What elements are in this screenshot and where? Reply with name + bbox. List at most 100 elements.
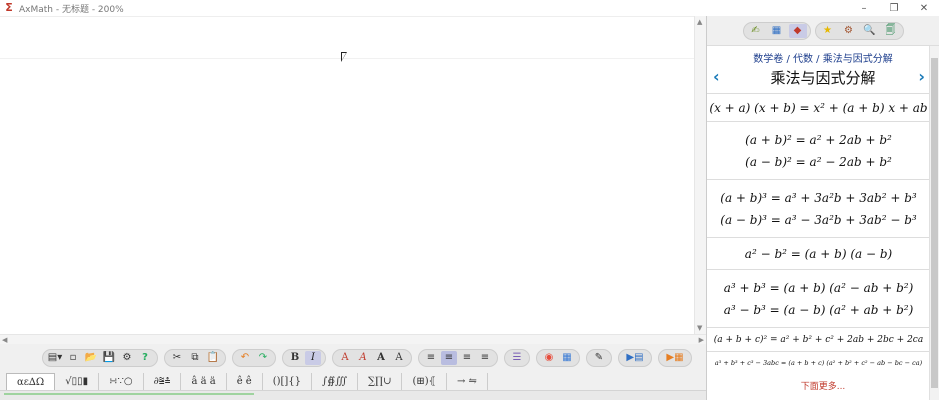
- grid-button[interactable]: ▦: [768, 24, 786, 38]
- line-spacing-button[interactable]: ☰: [509, 351, 525, 365]
- formula-item[interactable]: a³ + b³ = (a + b) (a² − ab + b²) a³ − b³…: [707, 269, 930, 327]
- tab-accents[interactable]: â ä ä: [181, 373, 227, 390]
- main-toolbar: ▤▾ ▫ 📂 💾 ⚙ ? ✂ ⧉ 📋 ↶ ↷ B I A A A A ≡ ≡ ≡…: [0, 344, 706, 372]
- font-style-group: B I: [282, 349, 326, 367]
- settings-button[interactable]: ⚙: [119, 351, 135, 365]
- previous-page-icon[interactable]: ‹: [713, 67, 720, 86]
- panel-scrollbar[interactable]: [929, 46, 939, 400]
- copy-button[interactable]: ⧉: [187, 351, 203, 365]
- tab-brackets[interactable]: ()[]{}: [263, 373, 313, 390]
- panel-tool-group-2: ★ ⚙ 🔍 🗐: [814, 21, 904, 40]
- restore-button[interactable]: ❐: [879, 0, 909, 16]
- tab-sums[interactable]: ∑∏∪: [358, 373, 403, 390]
- edit-group: ✎: [586, 349, 612, 367]
- edit-pen-button[interactable]: ✎: [591, 351, 607, 365]
- redo-button[interactable]: ↷: [255, 351, 271, 365]
- bold-button[interactable]: B: [287, 351, 303, 365]
- text-size-group: A A A A: [332, 349, 412, 367]
- tab-radicals[interactable]: √▯▯▮: [55, 373, 100, 390]
- formula-line: a³ − b³ = (a − b) (a² + ab + b²): [723, 302, 914, 317]
- formula-line: a² − b² = (a + b) (a − b): [744, 246, 893, 261]
- minimize-button[interactable]: –: [849, 0, 879, 16]
- formula-line: a³ + b³ = (a + b) (a² − ab + b²): [723, 280, 914, 295]
- close-button[interactable]: ✕: [909, 0, 939, 16]
- undo-group: ↶ ↷: [232, 349, 276, 367]
- panel-tool-group-1: ✍ ▦ ◆: [742, 21, 811, 40]
- tab-operators[interactable]: ∂⩰≗: [144, 373, 182, 390]
- tab-relations[interactable]: ∺∵○: [99, 373, 144, 390]
- align-center-button[interactable]: ≡: [441, 351, 457, 365]
- help-button[interactable]: ?: [137, 351, 153, 365]
- tab-integrals[interactable]: ∫∯∭: [312, 373, 358, 390]
- paste-button[interactable]: 📋: [205, 351, 221, 365]
- formula-library-button[interactable]: ◆: [788, 23, 807, 38]
- more-link[interactable]: 下面更多...: [707, 379, 939, 392]
- favorites-button[interactable]: ★: [819, 24, 837, 38]
- formula-item[interactable]: (a + b)² = a² + 2ab + b² (a − b)² = a² −…: [707, 121, 930, 179]
- tab-arrows[interactable]: → ⇋: [447, 373, 488, 390]
- mouse-pointer-icon: [341, 52, 347, 62]
- formula-line: (x + a) (x + b) = x² + (a + b) x + ab: [709, 100, 928, 115]
- color-group: ◉ ▦: [536, 349, 580, 367]
- scroll-up-icon[interactable]: ▲: [697, 18, 702, 26]
- symbol-palette-strip: [0, 390, 706, 400]
- export-button[interactable]: ▶▤: [623, 351, 647, 365]
- formula-line: a³ + b³ + c³ − 3abc = (a + b + c) (a² + …: [714, 358, 923, 367]
- new-menu-button[interactable]: ▤▾: [47, 351, 63, 365]
- new-file-button[interactable]: ▫: [65, 351, 81, 365]
- file-group: ▤▾ ▫ 📂 💾 ⚙ ?: [42, 349, 158, 367]
- axmath-logo-icon: Σ: [5, 1, 13, 14]
- tab-matrices[interactable]: (⊞)⦃: [402, 373, 447, 390]
- panel-title-row: ‹ 乘法与因式分解 ›: [707, 65, 939, 91]
- breadcrumb: 数学卷 / 代数 / 乘法与因式分解: [753, 54, 893, 65]
- formula-item[interactable]: a² − b² = (a + b) (a − b): [707, 237, 930, 269]
- cut-button[interactable]: ✂: [169, 351, 185, 365]
- window-title: AxMath - 无标题 - 200%: [19, 4, 124, 15]
- panel-toolbar: ✍ ▦ ◆ ★ ⚙ 🔍 🗐: [707, 16, 939, 46]
- formula-line: (a − b)³ = a³ − 3a²b + 3ab² − b³: [720, 212, 917, 227]
- text-size-button-1[interactable]: A: [337, 351, 353, 365]
- panel-scroll-thumb[interactable]: [931, 58, 938, 388]
- formula-line: (a + b)² = a² + 2ab + b²: [745, 132, 892, 147]
- search-button[interactable]: 🔍: [861, 24, 879, 38]
- clipboard-group: ✂ ⧉ 📋: [164, 349, 226, 367]
- save-button[interactable]: 💾: [101, 351, 117, 365]
- italic-button[interactable]: I: [305, 351, 321, 365]
- align-justify-button[interactable]: ≡: [477, 351, 493, 365]
- formula-item[interactable]: (x + a) (x + b) = x² + (a + b) x + ab: [707, 93, 930, 121]
- history-button[interactable]: ⚙: [840, 24, 858, 38]
- undo-button[interactable]: ↶: [237, 351, 253, 365]
- editor-canvas[interactable]: [0, 16, 694, 334]
- insert-group: ▶▦: [658, 349, 692, 367]
- panel-title: 乘法与因式分解: [770, 69, 876, 87]
- list-group: ☰: [504, 349, 530, 367]
- scroll-down-icon[interactable]: ▼: [697, 324, 702, 332]
- text-size-button-4[interactable]: A: [391, 351, 407, 365]
- next-page-icon[interactable]: ›: [918, 67, 925, 86]
- books-button[interactable]: 🗐: [882, 24, 900, 38]
- formula-item[interactable]: (a + b)³ = a³ + 3a²b + 3ab² + b³ (a − b)…: [707, 179, 930, 237]
- align-left-button[interactable]: ≡: [423, 351, 439, 365]
- formula-library-panel: ✍ ▦ ◆ ★ ⚙ 🔍 🗐 数学卷 / 代数 / 乘法与因式分解 ‹ 乘法与因式…: [706, 16, 939, 400]
- color-wheel-button[interactable]: ◉: [541, 351, 557, 365]
- formula-line: (a + b + c)² = a² + b² + c² + 2ab + 2bc …: [713, 334, 924, 345]
- formula-item[interactable]: a³ + b³ + c³ − 3abc = (a + b + c) (a² + …: [707, 351, 930, 373]
- formula-list: (x + a) (x + b) = x² + (a + b) x + ab (a…: [707, 93, 939, 373]
- align-right-button[interactable]: ≡: [459, 351, 475, 365]
- handwriting-button[interactable]: ✍: [747, 24, 765, 38]
- horizontal-scrollbar[interactable]: ◀ ▶: [0, 334, 706, 344]
- vertical-scrollbar[interactable]: ▲ ▼: [694, 16, 706, 334]
- palette-button[interactable]: ▦: [559, 351, 575, 365]
- palette-indicator: [4, 393, 254, 395]
- text-size-button-3[interactable]: A: [373, 351, 389, 365]
- text-size-button-2[interactable]: A: [355, 351, 371, 365]
- open-button[interactable]: 📂: [83, 351, 99, 365]
- tab-overlines[interactable]: ê ê: [227, 373, 263, 390]
- tab-greek[interactable]: αε∆Ω: [6, 373, 56, 390]
- formula-item[interactable]: (a + b + c)² = a² + b² + c² + 2ab + 2bc …: [707, 327, 930, 351]
- insert-button[interactable]: ▶▦: [663, 351, 687, 365]
- title-bar: Σ AxMath - 无标题 - 200% – ❐ ✕: [0, 0, 939, 16]
- export-group: ▶▤: [618, 349, 652, 367]
- window-controls: – ❐ ✕: [849, 0, 939, 16]
- symbol-tab-bar: αε∆Ω √▯▯▮ ∺∵○ ∂⩰≗ â ä ä ê ê ()[]{} ∫∯∭ ∑…: [0, 372, 706, 390]
